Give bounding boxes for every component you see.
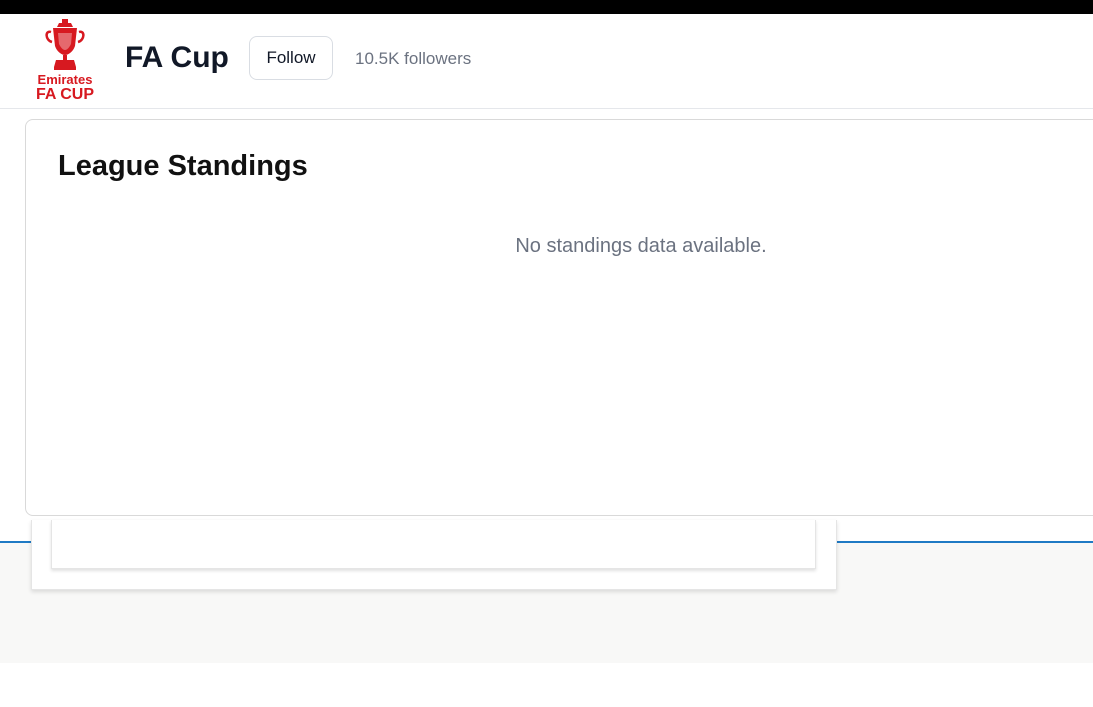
top-black-bar xyxy=(0,0,1093,14)
competition-title: FA Cup xyxy=(125,41,229,74)
standings-title: League Standings xyxy=(58,150,308,182)
competition-header: Emirates FA CUP FA Cup Follow 10.5K foll… xyxy=(0,14,1093,109)
follow-button[interactable]: Follow xyxy=(249,36,333,80)
standings-card: League Standings No standings data avail… xyxy=(25,119,1093,516)
svg-text:Emirates: Emirates xyxy=(38,72,93,87)
standings-empty-message: No standings data available. xyxy=(515,235,767,257)
svg-text:FA CUP: FA CUP xyxy=(36,86,94,102)
underlying-inner-card xyxy=(51,520,816,569)
followers-count: 10.5K followers xyxy=(355,49,472,68)
fa-cup-trophy-icon: Emirates FA CUP xyxy=(36,19,94,102)
fa-cup-logo[interactable]: Emirates FA CUP xyxy=(33,18,97,102)
